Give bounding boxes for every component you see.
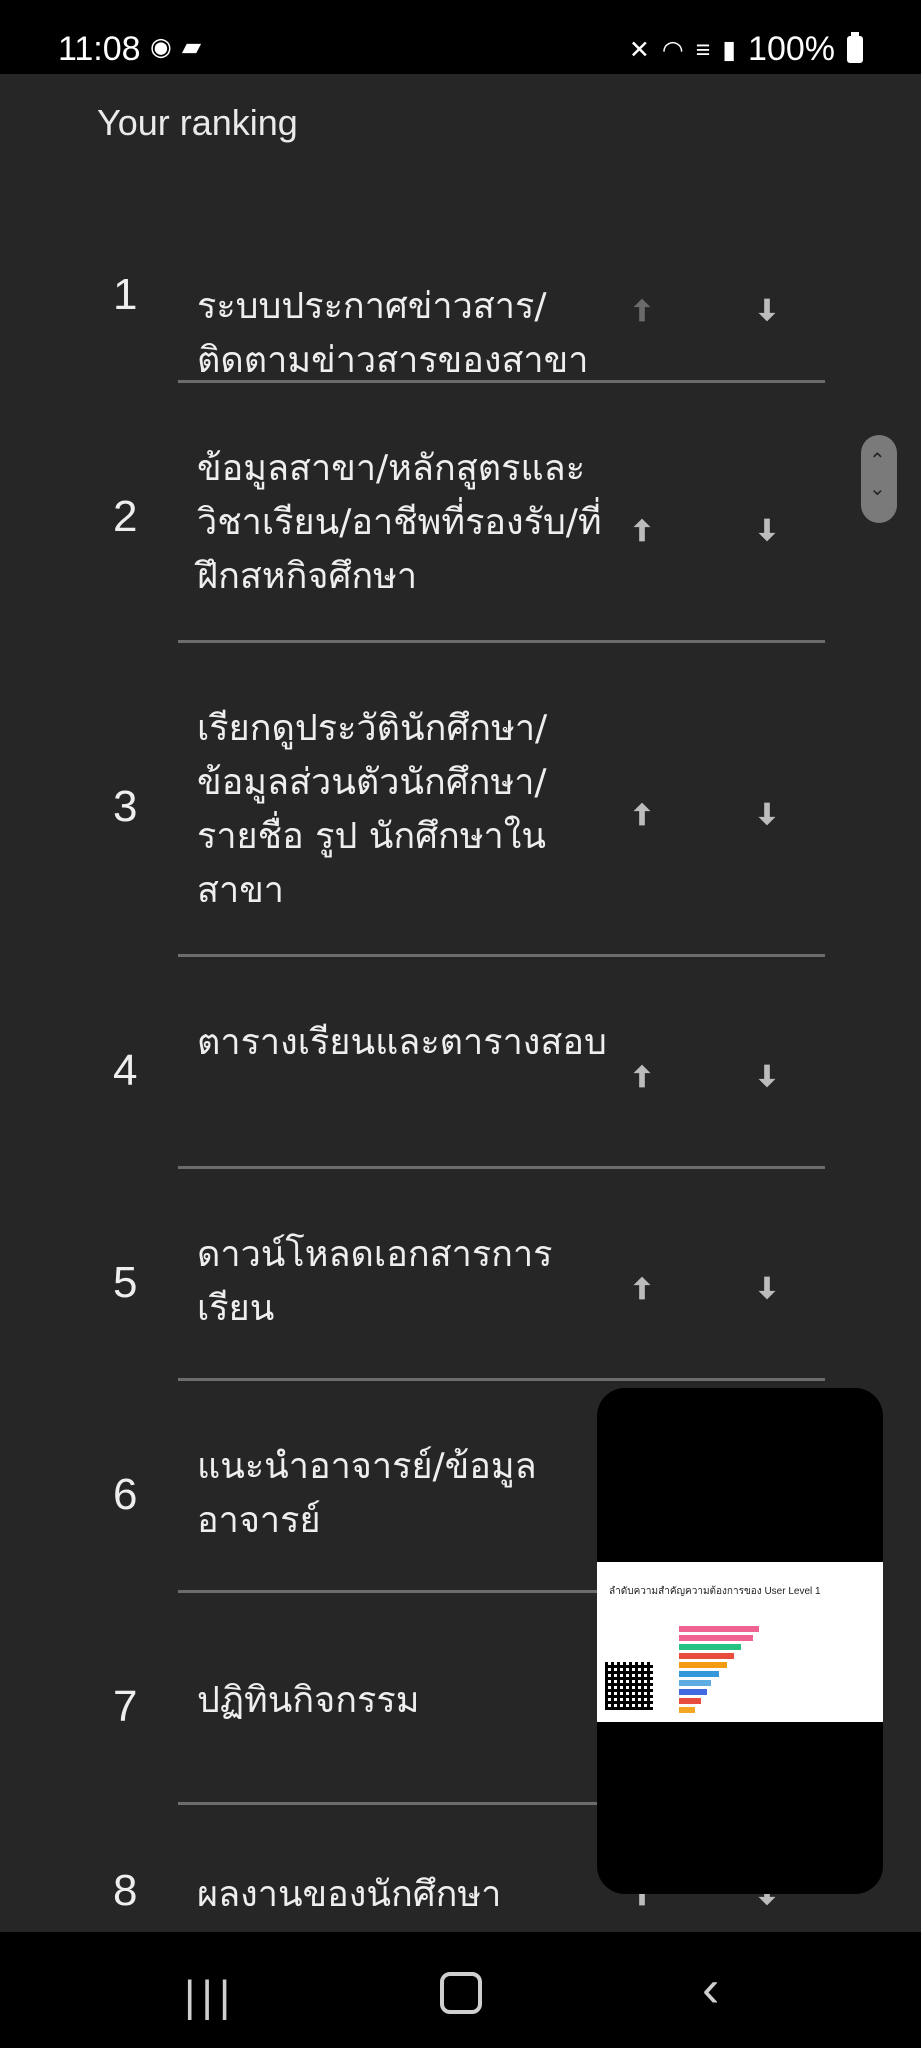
arrow-down-icon [758, 1276, 776, 1300]
signal-icon: ▮ [722, 35, 737, 64]
arrow-down-icon [758, 802, 776, 826]
row-divider [178, 954, 825, 957]
volte-icon: ≡ [695, 35, 711, 64]
rank-number: 6 [113, 1470, 138, 1519]
mini-bar [679, 1698, 701, 1704]
messenger-icon: ◉ [150, 33, 172, 61]
floating-video-window[interactable]: ลำดับความสำคัญความต้องการของ User Level … [597, 1388, 883, 1894]
rank-number: 4 [113, 1046, 138, 1095]
ranking-label: ดาวน์โหลดเอกสารการเรียน [197, 1234, 553, 1329]
move-up-button[interactable] [616, 1262, 668, 1314]
arrow-down-icon [758, 1064, 776, 1088]
arrow-down-icon [758, 298, 776, 322]
mini-bar [679, 1653, 734, 1659]
row-divider [178, 1166, 825, 1169]
row-divider [178, 380, 825, 383]
ranking-heading: Your ranking [97, 102, 298, 143]
back-icon[interactable]: ‹ [702, 1963, 719, 2015]
mini-bar [679, 1626, 759, 1632]
move-down-button[interactable] [741, 788, 793, 840]
ranking-label: ข้อมูลสาขา/หลักสูตรและวิชาเรียน/อาชีพที่… [197, 448, 602, 597]
battery-icon [847, 32, 863, 63]
arrow-up-icon [633, 518, 651, 542]
status-right: ✕ ◠ ≡ ▮ 100% [629, 30, 863, 69]
mini-bar [679, 1662, 727, 1668]
arrow-up-icon [633, 1276, 651, 1300]
mini-bar [679, 1671, 719, 1677]
ranking-label: ระบบประกาศข่าวสาร/ติดตามข่าวสารของสาขา [197, 286, 589, 381]
mini-bar [679, 1635, 753, 1641]
status-bar: 11:08 ◉ ▰ ✕ ◠ ≡ ▮ 100% [0, 0, 921, 74]
floating-window-title: ลำดับความสำคัญความต้องการของ User Level … [609, 1586, 821, 1597]
mini-bar [679, 1680, 711, 1686]
recents-icon[interactable]: ||| [184, 1972, 236, 2022]
rank-number: 2 [113, 492, 138, 541]
move-up-button[interactable] [616, 284, 668, 336]
scrollbar-thumb[interactable]: ⌃ ⌄ [861, 435, 897, 523]
arrow-up-icon [633, 802, 651, 826]
ranking-label: เรียกดูประวัตินักศึกษา/ข้อมูลส่วนตัวนักศ… [197, 708, 548, 911]
status-left-icons: ◉ ▰ [150, 33, 201, 61]
mini-bar-chart [679, 1626, 759, 1716]
mute-icon: ✕ [628, 35, 650, 64]
move-down-button[interactable] [741, 1050, 793, 1102]
move-up-button[interactable] [616, 788, 668, 840]
move-down-button[interactable] [741, 504, 793, 556]
rank-number: 1 [113, 270, 138, 319]
rank-number: 3 [113, 782, 138, 831]
mini-bar [679, 1689, 707, 1695]
row-divider [178, 1378, 825, 1381]
home-icon[interactable] [440, 1972, 482, 2014]
row-divider [178, 640, 825, 643]
rank-number: 8 [113, 1866, 138, 1915]
battery-level: 100% [748, 30, 835, 68]
wifi-icon: ◠ [661, 35, 684, 64]
arrow-up-icon [633, 1064, 651, 1088]
video-call-icon: ▰ [181, 33, 202, 61]
move-down-button[interactable] [741, 284, 793, 336]
chevron-down-icon: ⌄ [869, 478, 886, 500]
ranking-label: ปฏิทินกิจกรรม [197, 1680, 420, 1721]
status-time: 11:08 [58, 30, 141, 68]
ranking-label: แนะนำอาจารย์/ข้อมูลอาจารย์ [197, 1446, 537, 1541]
chevron-up-icon: ⌃ [869, 450, 886, 472]
floating-window-screen: ลำดับความสำคัญความต้องการของ User Level … [597, 1562, 883, 1722]
mini-bar [679, 1707, 695, 1713]
qr-code [605, 1662, 653, 1710]
move-up-button[interactable] [616, 1050, 668, 1102]
move-down-button[interactable] [741, 1262, 793, 1314]
arrow-down-icon [758, 518, 776, 542]
rank-number: 5 [113, 1258, 138, 1307]
navigation-bar: ||| ‹ [0, 1932, 921, 2048]
mini-bar [679, 1644, 741, 1650]
move-up-button[interactable] [616, 504, 668, 556]
ranking-label: ตารางเรียนและตารางสอบ [197, 1022, 607, 1063]
ranking-label: ผลงานของนักศึกษา [197, 1874, 502, 1915]
arrow-up-icon [633, 298, 651, 322]
rank-number: 7 [113, 1682, 138, 1731]
